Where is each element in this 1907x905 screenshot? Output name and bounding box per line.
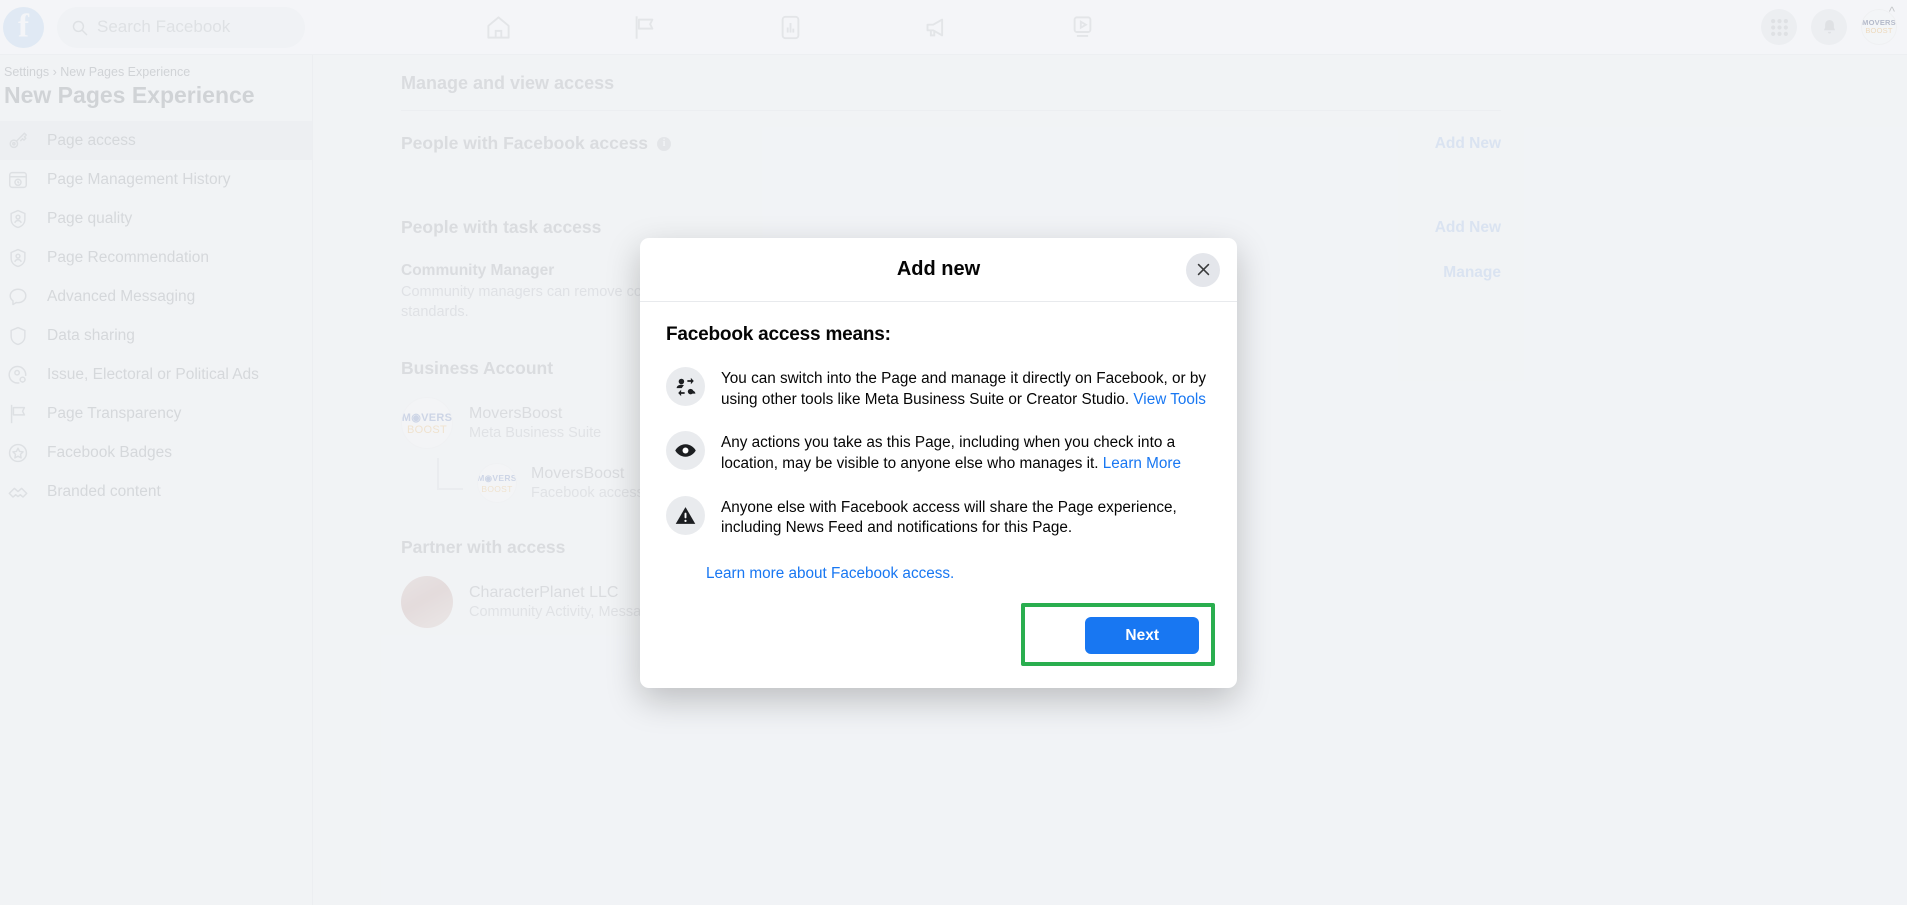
sidebar-item-label: Page access <box>47 131 136 149</box>
nested-account-name: MoversBoost <box>531 465 625 483</box>
manage-link[interactable]: Manage <box>1443 264 1501 282</box>
key-icon <box>6 129 30 153</box>
view-tools-link[interactable]: View Tools <box>1133 391 1206 408</box>
bullet-text: Any actions you take as this Page, inclu… <box>721 431 1211 474</box>
dialog-body-heading: Facebook access means: <box>666 324 891 345</box>
bullet-item: Any actions you take as this Page, inclu… <box>666 431 1211 474</box>
bullet-item: Anyone else with Facebook access will sh… <box>666 495 1211 539</box>
sidebar-item-facebook-badges[interactable]: Facebook Badges <box>0 433 312 472</box>
info-icon[interactable]: i <box>657 136 672 151</box>
chat-bubble-icon <box>6 285 30 309</box>
learn-more-link[interactable]: Learn More <box>1103 455 1181 472</box>
avatar <box>401 576 453 629</box>
shield-person-icon <box>6 207 30 231</box>
page-title: New Pages Experience <box>4 82 255 108</box>
screen: f Search Facebook MOVERS BOOST ^ Setting… <box>0 0 1907 905</box>
flag-icon[interactable] <box>616 7 672 47</box>
notifications-bell-icon[interactable] <box>1811 9 1847 45</box>
sidebar-item-branded-content[interactable]: Branded content <box>0 472 312 511</box>
sidebar-item-label: Issue, Electoral or Political Ads <box>47 365 259 383</box>
bullet-text: You can switch into the Page and manage … <box>721 367 1211 410</box>
nested-account-subtitle: Facebook access <box>531 485 644 502</box>
sidebar-item-advanced-messaging[interactable]: Advanced Messaging <box>0 277 312 316</box>
avatar-top-text: M◉VERS <box>401 411 453 424</box>
home-icon[interactable] <box>470 7 526 47</box>
sidebar-item-label: Page Recommendation <box>47 248 209 266</box>
highlight-annotation: Next <box>1021 602 1215 667</box>
avatar: M◉VERS BOOST <box>477 463 517 504</box>
person-gear-icon <box>6 363 30 387</box>
top-navigation-bar: f Search Facebook MOVERS BOOST ^ <box>0 0 1907 55</box>
facebook-access-section-header: People with Facebook access i Add New <box>401 111 1501 154</box>
avatar-bottom-text: BOOST <box>406 423 447 436</box>
section-title: People with task access <box>401 217 602 237</box>
sidebar-item-page-transparency[interactable]: Page Transparency <box>0 394 312 433</box>
main-heading: Manage and view access <box>401 73 615 93</box>
add-new-link[interactable]: Add New <box>1435 135 1501 153</box>
dialog-body: Facebook access means: You can switch in… <box>640 302 1237 583</box>
settings-sidebar: Settings › New Pages Experience New Page… <box>0 55 313 905</box>
flag-icon <box>6 402 30 426</box>
add-new-dialog: Add new Facebook access means: You can s… <box>640 238 1237 689</box>
dialog-header: Add new <box>640 238 1237 302</box>
handshake-icon <box>6 480 30 504</box>
facebook-logo-letter: f <box>18 8 29 45</box>
bullet-item: You can switch into the Page and manage … <box>666 367 1211 410</box>
switch-users-icon <box>666 367 705 406</box>
breadcrumb: Settings › New Pages Experience <box>4 65 191 79</box>
sidebar-item-issue-electoral-political-ads[interactable]: Issue, Electoral or Political Ads <box>0 355 312 394</box>
search-input[interactable]: Search Facebook <box>57 6 305 48</box>
sidebar-item-data-sharing[interactable]: Data sharing <box>0 316 312 355</box>
close-icon[interactable] <box>1186 252 1220 287</box>
sidebar-item-label: Data sharing <box>47 326 135 344</box>
task-access-section-header: People with task access Add New <box>401 154 1501 238</box>
star-circle-icon <box>6 441 30 465</box>
top-right-controls: MOVERS BOOST ^ <box>1761 0 1897 55</box>
video-icon[interactable] <box>1054 7 1110 47</box>
sidebar-item-page-access[interactable]: Page access <box>0 121 312 160</box>
avatar-bottom-text: BOOST <box>481 483 513 494</box>
insights-icon[interactable] <box>762 7 818 47</box>
avatar: M◉VERS BOOST <box>401 397 453 450</box>
nav-icon-row <box>470 0 1110 55</box>
learn-more-about-facebook-access-link[interactable]: Learn more about Facebook access. <box>706 565 1211 583</box>
business-account-subtitle: Meta Business Suite <box>469 425 602 442</box>
facebook-logo-icon[interactable]: f <box>3 6 44 48</box>
shield-person-icon <box>6 246 30 270</box>
bullet-text: Anyone else with Facebook access will sh… <box>721 498 1177 537</box>
sidebar-item-label: Branded content <box>47 482 161 500</box>
dialog-title: Add new <box>896 258 981 280</box>
search-icon <box>72 20 88 35</box>
next-button[interactable]: Next <box>1085 616 1199 655</box>
eye-icon <box>666 431 705 471</box>
section-title: People with Facebook access <box>401 133 649 153</box>
dialog-footer: Next <box>640 583 1237 688</box>
search-placeholder: Search Facebook <box>97 17 231 36</box>
avatar-top-text: M◉VERS <box>477 472 517 483</box>
sidebar-item-page-quality[interactable]: Page quality <box>0 199 312 238</box>
grid-menu-icon[interactable] <box>1761 9 1797 45</box>
sidebar-item-label: Page Transparency <box>47 404 182 422</box>
sidebar-item-label: Page Management History <box>47 170 231 188</box>
sidebar-item-page-recommendation[interactable]: Page Recommendation <box>0 238 312 277</box>
sidebar-item-page-management-history[interactable]: Page Management History <box>0 160 312 199</box>
avatar-bottom-text: BOOST <box>1865 26 1893 35</box>
sidebar-item-label: Advanced Messaging <box>47 287 196 305</box>
add-new-link[interactable]: Add New <box>1435 219 1501 237</box>
megaphone-icon[interactable] <box>908 7 964 47</box>
warning-triangle-icon <box>666 495 705 535</box>
chevron-up-icon[interactable]: ^ <box>1889 4 1895 19</box>
tree-connector <box>437 458 463 491</box>
sidebar-item-label: Facebook Badges <box>47 443 172 461</box>
shield-icon <box>6 324 30 348</box>
history-window-icon <box>6 168 30 192</box>
sidebar-item-label: Page quality <box>47 209 133 227</box>
business-account-name: MoversBoost <box>469 405 563 423</box>
